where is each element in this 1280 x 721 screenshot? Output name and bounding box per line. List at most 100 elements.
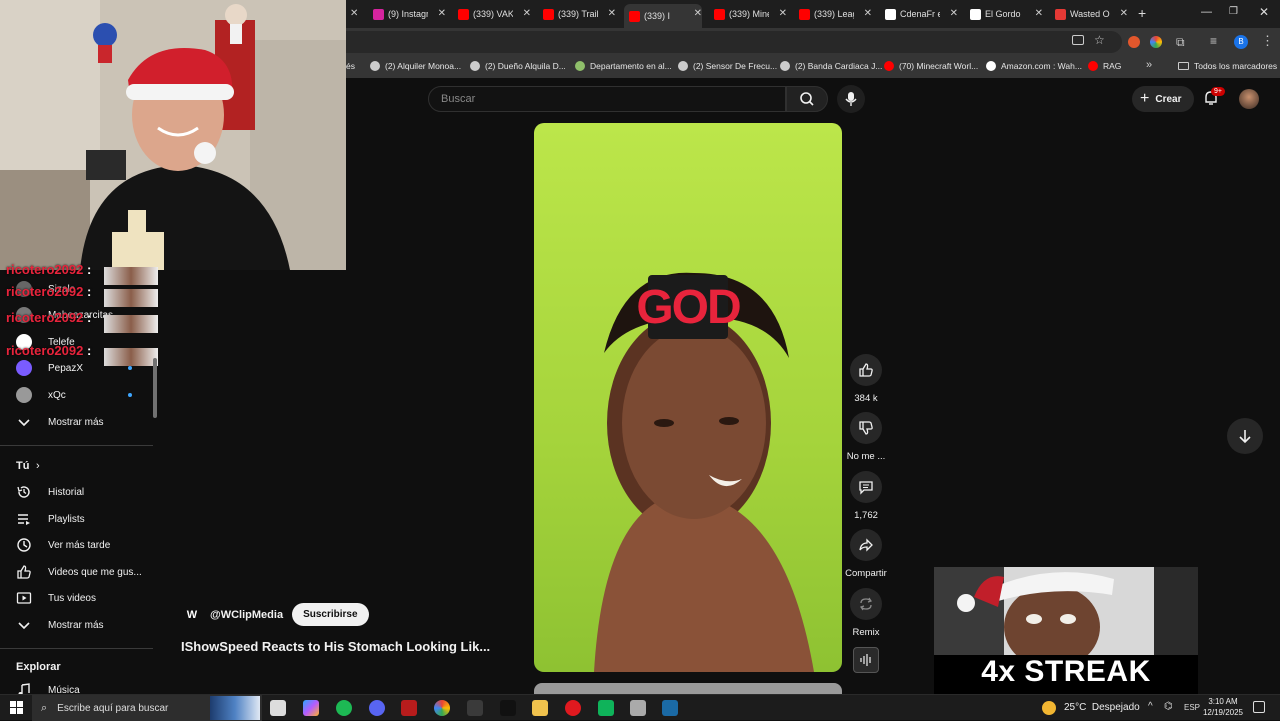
restore-window-button[interactable]: ❐: [1229, 6, 1238, 17]
bookmark-label: (2) Alquiler Monoa...: [385, 61, 462, 71]
tab-close-icon[interactable]: ✕: [438, 8, 446, 19]
channel-logo-icon[interactable]: W: [181, 604, 203, 626]
next-short-button[interactable]: [1227, 418, 1263, 454]
address-bar[interactable]: ☆ ⧉ ≡ B ⋮: [346, 28, 1280, 56]
weather-icon[interactable]: [1042, 701, 1056, 715]
bookmark-favicon-icon: [370, 61, 380, 71]
tab-close-icon[interactable]: ✕: [950, 8, 958, 19]
bookmark-item[interactable]: Amazon.com : Wah...: [986, 61, 1082, 71]
short-video-player[interactable]: GOD: [534, 123, 842, 672]
extensions-puzzle-icon[interactable]: ⧉: [1176, 35, 1185, 50]
copilot-icon[interactable]: [303, 700, 319, 716]
tab-close-icon[interactable]: ✕: [694, 8, 702, 19]
opera-icon[interactable]: [565, 700, 581, 716]
reading-list-icon[interactable]: ≡: [1210, 34, 1217, 48]
extension-icon[interactable]: [1150, 36, 1162, 48]
tab-close-icon[interactable]: ✕: [350, 8, 358, 19]
bookmark-item[interactable]: (2) Banda Cardiaca J...: [780, 61, 882, 71]
security-icon[interactable]: [630, 700, 646, 716]
next-short-preview[interactable]: [534, 683, 842, 694]
bookmark-item[interactable]: (2) Dueño Alquila D...: [470, 61, 566, 71]
all-bookmarks-folder[interactable]: Todos los marcadores: [1178, 61, 1277, 71]
tab-close-icon[interactable]: ✕: [1120, 8, 1128, 19]
game-app-icon[interactable]: [401, 700, 417, 716]
bookmark-item[interactable]: (2) Alquiler Monoa...: [370, 61, 461, 71]
browser-tab[interactable]: Wasted O ✕: [1050, 4, 1128, 24]
profile-avatar[interactable]: B: [1234, 35, 1248, 49]
sidebar-item-playlist[interactable]: Playlists: [0, 506, 155, 532]
spotify-icon[interactable]: [336, 700, 352, 716]
browser-tab[interactable]: (339) Leag ✕: [794, 4, 872, 24]
language-indicator[interactable]: ESP: [1184, 703, 1200, 712]
short-title[interactable]: IShowSpeed Reacts to His Stomach Looking…: [181, 639, 490, 654]
tab-close-icon[interactable]: ✕: [1035, 8, 1043, 19]
bookmark-item[interactable]: RAG: [1088, 61, 1121, 71]
share-button[interactable]: Compartir: [845, 529, 887, 579]
dislike-button[interactable]: No me ...: [847, 412, 885, 462]
extension-icon[interactable]: [1128, 36, 1140, 48]
tab-close-icon[interactable]: ✕: [608, 8, 616, 19]
windows-start-icon[interactable]: [10, 701, 23, 714]
browser-tab[interactable]: (9) Instagram ✕: [368, 4, 446, 24]
you-section-header[interactable]: Tú ›: [0, 453, 155, 479]
voice-search-button[interactable]: [837, 85, 865, 113]
search-input[interactable]: Buscar: [428, 86, 786, 112]
browser-tab[interactable]: El Gordo ✕: [965, 4, 1043, 24]
browser-tab[interactable]: (339) VAKI ✕: [453, 4, 531, 24]
notification-center-icon[interactable]: [1253, 701, 1265, 713]
network-icon[interactable]: ⌬: [1164, 701, 1173, 712]
account-avatar[interactable]: [1239, 89, 1259, 109]
comment-count: 1,762: [854, 510, 878, 521]
show-more-you[interactable]: Mostrar más: [0, 612, 155, 638]
notifications-button[interactable]: 9+: [1203, 87, 1225, 108]
like-button[interactable]: 384 k: [849, 354, 883, 404]
sidebar-scrollbar[interactable]: [153, 358, 157, 418]
show-more-subscriptions[interactable]: Mostrar más: [0, 409, 155, 435]
close-window-button[interactable]: ✕: [1259, 5, 1269, 19]
more-bookmarks-icon[interactable]: »: [1146, 59, 1152, 71]
file-explorer-icon[interactable]: [532, 700, 548, 716]
browser-tab[interactable]: CdenaFr e ✕: [880, 4, 958, 24]
task-view-icon[interactable]: [270, 700, 286, 716]
more-menu-icon[interactable]: ⋮: [1261, 33, 1274, 49]
notification-badge: 9+: [1211, 87, 1225, 96]
discord-icon[interactable]: [369, 700, 385, 716]
sidebar-item-watch-later[interactable]: Ver más tarde: [0, 532, 155, 558]
app-icon[interactable]: [598, 700, 614, 716]
subscribe-button[interactable]: Suscribirse: [292, 603, 369, 626]
omnibox[interactable]: [346, 31, 1122, 53]
sidebar-item-like[interactable]: Videos que me gus...: [0, 559, 155, 585]
browser-tab[interactable]: (339) Trailer ✕: [538, 4, 616, 24]
steam-icon[interactable]: [662, 700, 678, 716]
bookmark-item[interactable]: (2) Sensor De Frecu...: [678, 61, 777, 71]
bookmark-item[interactable]: (70) Minecraft Worl...: [884, 61, 978, 71]
chevron-up-icon[interactable]: ^: [1148, 701, 1153, 712]
sidebar-item-your-videos[interactable]: Tus videos: [0, 585, 155, 611]
sidebar-item-subscription[interactable]: xQc: [0, 382, 155, 408]
obs-icon[interactable]: [467, 700, 483, 716]
channel-handle[interactable]: @WClipMedia: [210, 609, 283, 621]
tab-close-icon[interactable]: ✕: [779, 8, 787, 19]
sound-button[interactable]: [853, 647, 879, 673]
browser-tab[interactable]: (339) I ✕: [624, 4, 702, 28]
weather-text[interactable]: 25°C Despejado: [1064, 702, 1140, 713]
minimize-window-button[interactable]: —: [1201, 6, 1212, 18]
tab-close-icon[interactable]: ✕: [864, 8, 872, 19]
chat-message: ricotero2092 :: [6, 284, 91, 299]
bookmark-star-icon[interactable]: ☆: [1094, 33, 1105, 47]
remix-button[interactable]: Remix: [849, 588, 883, 638]
sidebar-item-history[interactable]: Historial: [0, 479, 155, 505]
cast-icon[interactable]: [1072, 35, 1084, 45]
tab-close-icon[interactable]: ✕: [523, 8, 531, 19]
create-button[interactable]: + Crear: [1132, 86, 1194, 112]
browser-tab[interactable]: (339) Mine ✕: [709, 4, 787, 24]
taskbar-search-box[interactable]: ⌕ Escribe aquí para buscar: [32, 695, 262, 721]
new-tab-button[interactable]: +: [1138, 5, 1146, 21]
chrome-icon[interactable]: [434, 700, 450, 716]
bookmark-truncated[interactable]: és: [346, 61, 355, 71]
bookmark-item[interactable]: Departamento en al...: [575, 61, 672, 71]
comments-button[interactable]: 1,762: [849, 471, 883, 521]
search-button[interactable]: [786, 86, 828, 112]
clock[interactable]: 3:10 AM 12/19/2025: [1200, 696, 1246, 718]
capcut-icon[interactable]: [500, 700, 516, 716]
